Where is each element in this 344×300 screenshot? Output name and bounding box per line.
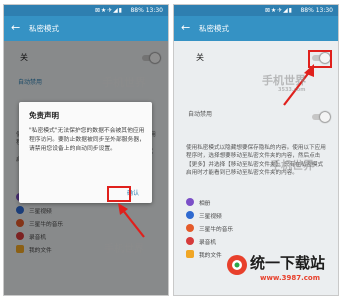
- app-toolbar: ← 私密模式: [174, 16, 338, 41]
- back-arrow-icon[interactable]: ←: [11, 21, 20, 35]
- site-logo: 统一下载站 www.3987.com: [226, 250, 336, 292]
- status-bar: ⊠ ★ ✈ ◢ ▮ 88% 13:30: [174, 5, 338, 16]
- page-title: 私密模式: [29, 24, 59, 33]
- video-icon: [186, 211, 194, 219]
- status-icons: ⊠ ★ ✈ ◢ ▮: [265, 7, 292, 14]
- logo-name: 统一下载站: [250, 254, 326, 272]
- watermark-url: 3533.com: [278, 87, 306, 93]
- disclaimer-dialog: 免责声明 "私密模式"无法保护您的数据不会被其他应用程序访问。要防止数据被同步至…: [19, 102, 152, 203]
- left-phone-screen: ⊠ ★ ✈ ◢ ▮ 88% 13:30 ← 私密模式 关 自动禁用 使用私密模式…: [3, 4, 169, 296]
- app-toolbar: ← 私密模式: [4, 16, 168, 41]
- dialog-body: "私密模式"无法保护您的数据不会被其他应用程序访问。要防止数据被同步至外部服务器…: [29, 128, 145, 152]
- music-icon: [186, 224, 194, 232]
- gallery-icon: [186, 198, 194, 206]
- watermark-text: 手机世界: [104, 244, 144, 255]
- dialog-title: 免责声明: [29, 111, 59, 120]
- list-item[interactable]: 三星牛的音乐: [186, 222, 326, 235]
- auto-disable-toggle[interactable]: [310, 112, 330, 122]
- page-title: 私密模式: [199, 24, 229, 33]
- watermark-text: 手机世界: [102, 76, 146, 89]
- status-icons: ⊠ ★ ✈ ◢ ▮: [95, 7, 122, 14]
- right-phone-screen: ⊠ ★ ✈ ◢ ▮ 88% 13:30 ← 私密模式 关 自动禁用 使用私密模式…: [173, 4, 339, 296]
- status-time: 88% 13:30: [300, 7, 333, 14]
- highlight-box: [107, 186, 131, 202]
- list-item[interactable]: 三星视频: [186, 209, 326, 222]
- list-item[interactable]: 录音机: [186, 235, 326, 248]
- watermark-text: 手机世界: [270, 159, 314, 172]
- recorder-icon: [186, 237, 194, 245]
- status-bar: ⊠ ★ ✈ ◢ ▮ 88% 13:30: [4, 5, 168, 16]
- logo-url: www.3987.com: [260, 274, 321, 282]
- list-item[interactable]: 相册: [186, 196, 326, 209]
- logo-icon: [227, 255, 247, 275]
- back-arrow-icon[interactable]: ←: [181, 21, 190, 35]
- switch-label: 关: [196, 53, 204, 62]
- folder-icon: [186, 250, 194, 258]
- status-time: 88% 13:30: [130, 7, 163, 14]
- red-arrow-icon: [118, 203, 145, 238]
- watermark-text: 手机世界: [262, 74, 306, 87]
- auto-disable-label: 自动禁用: [188, 111, 213, 118]
